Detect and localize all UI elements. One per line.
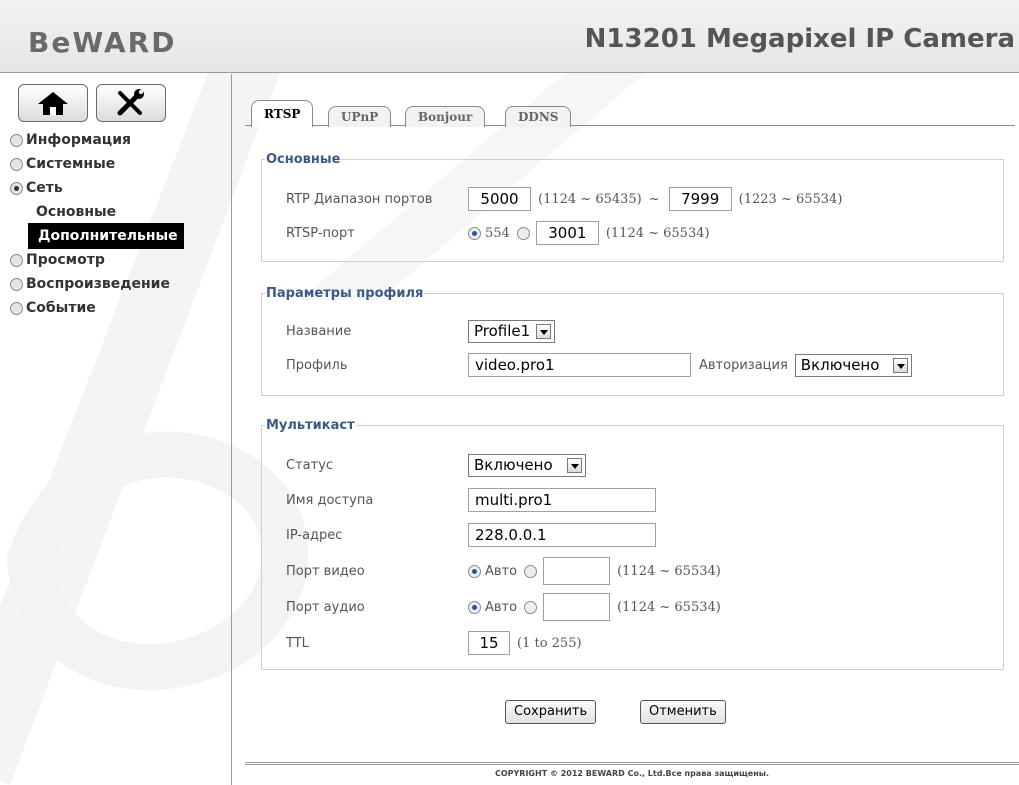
rtp-end-range-hint: (1223 ~ 65534) <box>738 191 843 207</box>
sidebar-item-system[interactable]: Системные <box>10 152 184 176</box>
video-port-auto-label: Авто <box>485 563 518 579</box>
video-port-auto-radio[interactable] <box>468 564 481 578</box>
tab-ddns[interactable]: DDNS <box>505 106 572 127</box>
profile-legend: Параметры профиля <box>266 286 424 301</box>
rtsp-default-value: 554 <box>485 225 510 241</box>
sidebar-item-info[interactable]: Информация <box>10 128 184 152</box>
rtsp-range-hint: (1124 ~ 65534) <box>605 225 710 241</box>
home-button[interactable] <box>18 84 88 122</box>
audio-port-auto-radio[interactable] <box>468 600 481 614</box>
main-panel: RTSP UPnP Bonjour DDNS Основные RTP Диап… <box>245 74 1019 785</box>
multicast-status-label: Статус <box>286 457 334 473</box>
access-name-input[interactable]: multi.pro1 <box>468 488 656 512</box>
range-separator: ~ <box>648 191 660 207</box>
collapsed-bullet-icon <box>10 253 23 267</box>
rtp-port-range-label: RTP Диапазон портов <box>286 191 433 207</box>
cancel-button[interactable]: Отменить <box>640 700 726 724</box>
chevron-down-icon <box>566 457 582 473</box>
sidebar-item-event[interactable]: Событие <box>10 296 184 320</box>
audio-port-label: Порт аудио <box>286 599 365 615</box>
rtp-start-port-input[interactable]: 5000 <box>468 187 531 211</box>
beward-logo: BeWARD <box>28 26 177 59</box>
sidebar-subitem-advanced[interactable]: Дополнительные <box>28 223 184 249</box>
rtsp-custom-radio[interactable] <box>516 226 530 240</box>
save-button[interactable]: Сохранить <box>505 700 597 724</box>
profile-path-input[interactable]: video.pro1 <box>468 353 691 377</box>
tab-bar: RTSP UPnP Bonjour DDNS <box>245 100 1015 127</box>
basic-section: Основные RTP Диапазон портов 5000 (1124 … <box>261 152 1004 262</box>
sidebar-subitem-basic[interactable]: Основные <box>10 200 184 224</box>
video-port-custom-radio[interactable] <box>524 564 538 578</box>
tools-icon <box>117 89 144 116</box>
rtsp-port-label: RTSP-порт <box>286 225 355 241</box>
video-port-input[interactable] <box>543 557 611 585</box>
ttl-range-hint: (1 to 255) <box>517 635 582 651</box>
rtp-end-port-input[interactable]: 7999 <box>668 187 732 211</box>
access-name-label: Имя доступа <box>286 492 374 508</box>
copyright-footer: COPYRIGHT © 2012 BEWARD Co., Ltd.Все пра… <box>245 762 1019 785</box>
ttl-input[interactable]: 15 <box>468 631 510 655</box>
ip-address-label: IP-адрес <box>286 527 343 543</box>
collapsed-bullet-icon <box>10 301 23 315</box>
expanded-bullet-icon <box>10 181 23 195</box>
audio-port-auto-label: Авто <box>485 599 518 615</box>
auth-select[interactable]: Включено <box>794 353 913 377</box>
audio-port-custom-radio[interactable] <box>524 600 538 614</box>
chevron-down-icon <box>893 357 909 373</box>
rtsp-custom-port-input[interactable]: 3001 <box>535 221 599 245</box>
sidebar-item-view[interactable]: Просмотр <box>10 248 184 272</box>
video-port-range-hint: (1124 ~ 65534) <box>617 563 721 579</box>
collapsed-bullet-icon <box>10 133 23 147</box>
ttl-label: TTL <box>286 635 309 651</box>
sidebar-menu: Информация Системные Сеть Основные Допол… <box>10 128 184 320</box>
tab-bonjour[interactable]: Bonjour <box>405 106 486 127</box>
audio-port-range-hint: (1124 ~ 65534) <box>617 599 721 615</box>
rtp-start-range-hint: (1124 ~ 65435) <box>538 191 642 207</box>
multicast-legend: Мультикаст <box>266 418 355 433</box>
auth-label: Авторизация <box>699 357 788 373</box>
home-icon <box>38 92 68 115</box>
header: BeWARD N13201 Megapixel IP Camera <box>0 0 1019 73</box>
profile-path-label: Профиль <box>286 357 348 373</box>
tab-upnp[interactable]: UPnP <box>328 106 392 127</box>
tab-rtsp[interactable]: RTSP <box>251 100 314 127</box>
multicast-status-select[interactable]: Включено <box>468 453 586 477</box>
ip-address-input[interactable]: 228.0.0.1 <box>468 523 656 547</box>
profile-name-label: Название <box>286 323 352 339</box>
basic-legend: Основные <box>266 152 341 167</box>
profile-section: Параметры профиля Название Profile1 Проф… <box>261 286 1004 396</box>
chevron-down-icon <box>536 323 552 339</box>
rtsp-default-radio[interactable] <box>468 226 481 240</box>
audio-port-input[interactable] <box>543 593 611 621</box>
collapsed-bullet-icon <box>10 157 23 171</box>
collapsed-bullet-icon <box>10 277 23 291</box>
profile-name-select[interactable]: Profile1 <box>468 319 556 343</box>
sidebar-item-network[interactable]: Сеть <box>10 176 184 200</box>
multicast-section: Мультикаст Статус Включено Имя доступа m… <box>261 418 1004 670</box>
sidebar-item-playback[interactable]: Воспроизведение <box>10 272 184 296</box>
camera-model-title: N13201 Megapixel IP Camera <box>584 24 1015 54</box>
sidebar: Информация Системные Сеть Основные Допол… <box>0 74 232 785</box>
video-port-label: Порт видео <box>286 563 365 579</box>
settings-button[interactable] <box>96 84 166 122</box>
